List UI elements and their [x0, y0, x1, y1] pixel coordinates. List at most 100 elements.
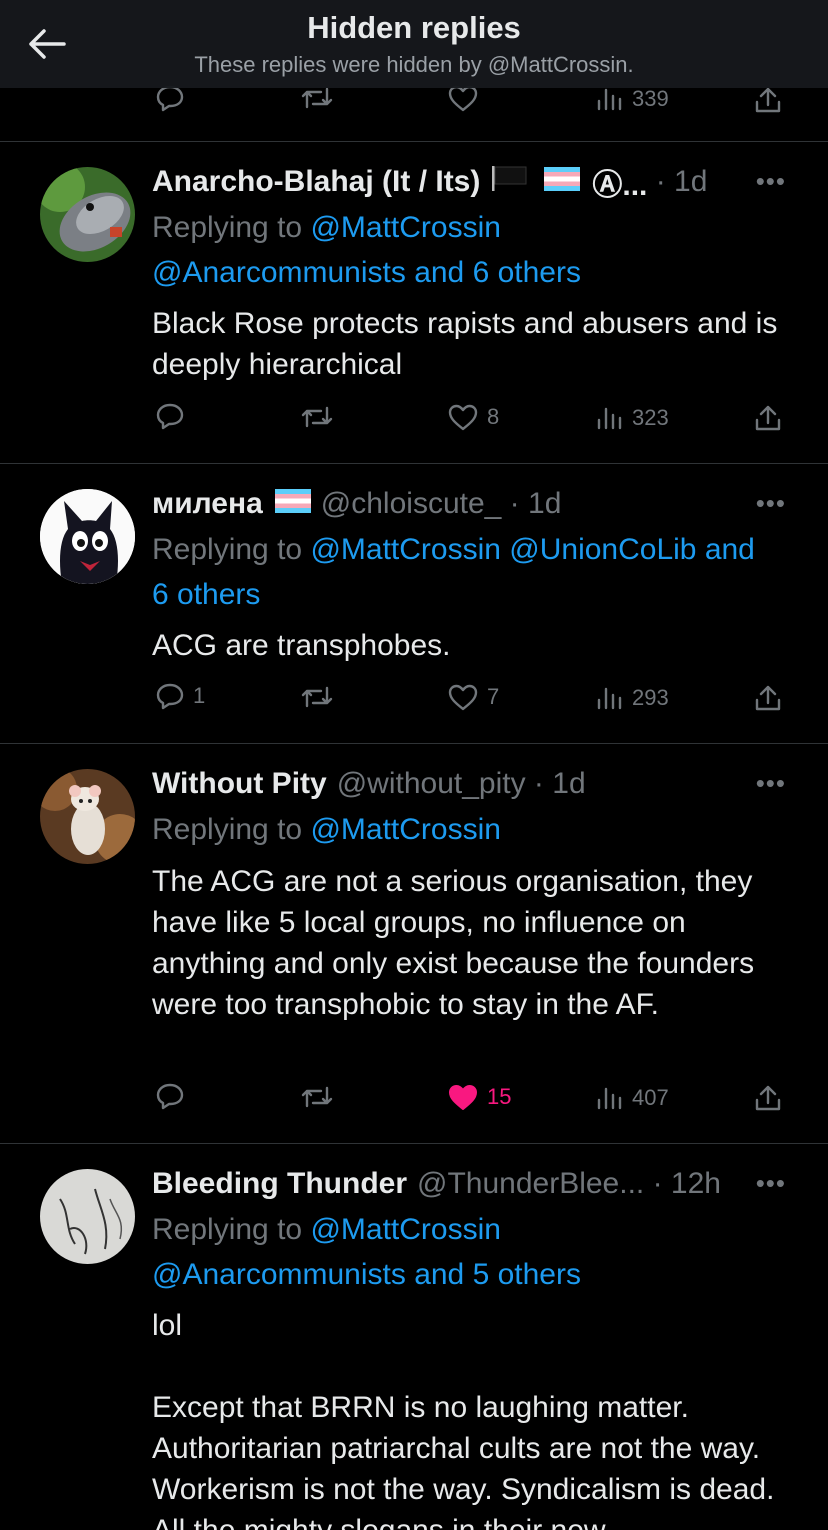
tweet-actions: 1 7 293	[0, 682, 828, 722]
timestamp[interactable]: 12h	[671, 1167, 721, 1201]
share-button[interactable]	[754, 1084, 782, 1112]
share-icon	[755, 1085, 781, 1111]
share-icon	[755, 405, 781, 431]
user-handle[interactable]: @chloiscute_	[321, 487, 502, 521]
mention-link[interactable]: @Anarcommunists and 6 others	[152, 256, 581, 289]
tweet[interactable]: милена @chloiscute_ · 1d ••• Replying to…	[0, 464, 828, 744]
reply-icon	[156, 1083, 184, 1110]
mention-link[interactable]: @MattCrossin	[310, 1213, 501, 1246]
tweet[interactable]: Bleeding Thunder @ThunderBlee... · 12h •…	[0, 1144, 828, 1530]
retweet-icon	[301, 406, 333, 428]
avatar[interactable]	[40, 769, 135, 864]
mention-link[interactable]: @MattCrossin @UnionCoLib and	[310, 533, 754, 566]
replying-prefix: Replying to	[152, 813, 311, 846]
mention-link[interactable]: @Anarcommunists and 5 others	[152, 1258, 581, 1291]
share-icon	[755, 685, 781, 711]
display-name[interactable]: милена	[152, 487, 263, 521]
share-icon[interactable]	[754, 86, 782, 114]
mention-link[interactable]: 6 others	[152, 578, 260, 611]
views-button[interactable]: 293	[596, 685, 669, 711]
separator-dot: ·	[647, 165, 675, 198]
more-options-icon[interactable]: •••	[756, 1168, 786, 1199]
replying-prefix: Replying to	[152, 211, 311, 244]
like-count: 8	[487, 404, 500, 429]
tweet-header: милена @chloiscute_ · 1d	[152, 484, 798, 524]
replying-prefix: Replying to	[152, 533, 311, 566]
separator-dot: ·	[525, 767, 553, 800]
tweet-header: Anarcho-Blahaj (It / Its) Ⓐ... · 1d	[152, 162, 798, 202]
more-options-icon[interactable]: •••	[756, 768, 786, 799]
user-handle[interactable]: @without_pity	[337, 767, 526, 801]
tweet[interactable]: Anarcho-Blahaj (It / Its) Ⓐ... · 1d ••• …	[0, 142, 828, 464]
page-title: Hidden replies	[307, 10, 521, 45]
hidden-replies-header: Hidden replies These replies were hidden…	[0, 0, 828, 88]
share-button[interactable]	[754, 684, 782, 712]
views-count: 323	[632, 405, 669, 430]
views-button[interactable]: 323	[596, 405, 669, 431]
like-count: 7	[487, 684, 500, 709]
tweet-text: lol Except that BRRN is no laughing matt…	[152, 1309, 775, 1530]
replying-to: Replying to @MattCrossin	[152, 807, 802, 852]
user-handle[interactable]: @ThunderBlee...	[417, 1167, 644, 1201]
more-options-icon[interactable]: •••	[756, 166, 786, 197]
retweet-button[interactable]	[300, 685, 334, 709]
avatar[interactable]	[40, 1169, 135, 1264]
retweet-button[interactable]	[300, 1085, 334, 1109]
reply-button[interactable]	[155, 402, 193, 430]
views-icon	[597, 407, 622, 430]
heart-filled-icon	[449, 1085, 477, 1110]
display-name[interactable]: Bleeding Thunder	[152, 1167, 407, 1201]
page-subtitle: These replies were hidden by @MattCrossi…	[194, 52, 634, 77]
views-icon	[597, 88, 622, 111]
trans-flag-icon	[544, 165, 581, 199]
like-icon[interactable]	[447, 84, 479, 112]
retweet-icon	[301, 1086, 333, 1108]
separator-dot: ·	[644, 1167, 671, 1200]
more-options-icon[interactable]: •••	[756, 488, 786, 519]
reply-button[interactable]: 1	[155, 682, 205, 710]
views-icon	[597, 1087, 622, 1110]
like-icon	[448, 404, 478, 431]
display-name-suffix: Ⓐ...	[592, 169, 648, 202]
timestamp[interactable]: 1d	[528, 487, 561, 521]
tweet[interactable]: Without Pity @without_pity · 1d ••• Repl…	[0, 744, 828, 1144]
like-button[interactable]: 7	[447, 683, 499, 711]
mention-link[interactable]: @MattCrossin	[310, 211, 501, 244]
tweet-actions: 15 407	[0, 1082, 828, 1122]
like-count: 15	[487, 1084, 512, 1109]
views-count: 339	[632, 86, 669, 111]
timestamp[interactable]: 1d	[674, 165, 707, 199]
reply-icon	[156, 403, 184, 430]
replying-to: Replying to @MattCrossin @UnionCoLib and…	[152, 527, 802, 617]
tweet-text: Black Rose protects rapists and abusers …	[152, 307, 778, 381]
views-count: 293	[632, 685, 669, 710]
retweet-icon[interactable]	[300, 86, 334, 110]
retweet-icon	[301, 686, 333, 708]
reply-icon	[156, 683, 184, 710]
timestamp[interactable]: 1d	[552, 767, 585, 801]
tweet-header: Without Pity @without_pity · 1d	[152, 764, 798, 804]
like-icon	[448, 684, 478, 711]
avatar[interactable]	[40, 167, 135, 262]
retweet-button[interactable]	[300, 405, 334, 429]
replying-to: Replying to @MattCrossin @Anarcommunists…	[152, 1207, 802, 1297]
reply-button[interactable]	[155, 1082, 193, 1110]
tweet-actions: 8 323	[0, 402, 828, 442]
like-button-active[interactable]: 15	[447, 1083, 511, 1111]
previous-tweet-actions: 339	[0, 84, 828, 142]
trans-flag-icon	[274, 487, 311, 521]
mention-link[interactable]: @MattCrossin	[310, 813, 501, 846]
reply-count: 1	[193, 683, 206, 708]
views-counter[interactable]: 339	[596, 86, 669, 112]
share-button[interactable]	[754, 404, 782, 432]
replying-to: Replying to @MattCrossin @Anarcommunists…	[152, 205, 802, 295]
reply-icon[interactable]	[155, 84, 185, 112]
views-icon	[597, 687, 622, 710]
tweet-text: The ACG are not a serious organisation, …	[152, 865, 755, 1021]
like-button[interactable]: 8	[447, 403, 499, 431]
tweet-header: Bleeding Thunder @ThunderBlee... · 12h	[152, 1164, 798, 1204]
display-name[interactable]: Without Pity	[152, 767, 327, 801]
views-button[interactable]: 407	[596, 1085, 669, 1111]
display-name[interactable]: Anarcho-Blahaj (It / Its)	[152, 165, 480, 199]
avatar[interactable]	[40, 489, 135, 584]
